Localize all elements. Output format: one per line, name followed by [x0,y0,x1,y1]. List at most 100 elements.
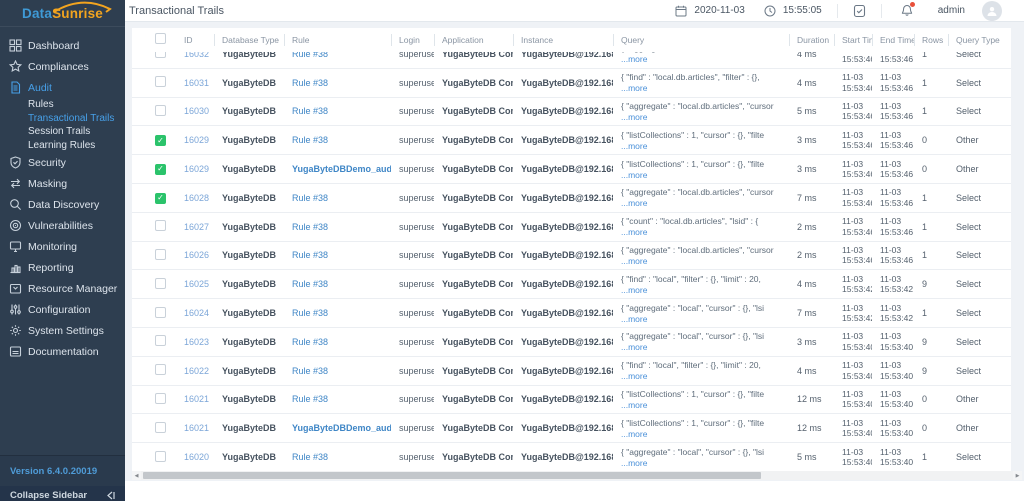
row-rule-link[interactable]: YugaByteDBDemo_audit sensitive [292,164,391,174]
sidebar-item-configuration[interactable]: Configuration [0,299,125,320]
row-rule-link[interactable]: Rule #38 [292,308,328,318]
row-checkbox[interactable] [155,450,166,462]
row-more-link[interactable]: ...more [621,400,789,410]
row-more-link[interactable]: ...more [621,371,789,381]
row-more-link[interactable]: ...more [621,458,789,468]
row-checkbox[interactable] [155,335,166,347]
row-more-link[interactable]: ...more [621,83,789,93]
sidebar-item-security[interactable]: Security [0,152,125,173]
row-checkbox[interactable] [155,104,166,116]
sidebar-item-masking[interactable]: Masking [0,173,125,194]
row-rule-link[interactable]: Rule #38 [292,52,328,59]
sidebar-item-session-trails[interactable]: Session Trails [0,125,125,139]
sidebar-item-reporting[interactable]: Reporting [0,257,125,278]
row-id-link[interactable]: 16024 [184,308,209,318]
sidebar-item-monitoring[interactable]: Monitoring [0,236,125,257]
col-header-query[interactable]: Query [613,33,789,47]
row-rule-link[interactable]: Rule #38 [292,337,328,347]
row-rule-link[interactable]: YugaByteDBDemo_audit sensitive [292,423,391,433]
row-more-link[interactable]: ...more [621,256,789,266]
row-id-link[interactable]: 16022 [184,366,209,376]
row-more-link[interactable]: ...more [621,285,789,295]
logo[interactable]: Data Sunrise [0,0,125,27]
sidebar-item-vulnerabilities[interactable]: Vulnerabilities [0,215,125,236]
sidebar-item-documentation[interactable]: Documentation [0,341,125,362]
row-more-link[interactable]: ...more [621,141,789,151]
col-header-rows[interactable]: Rows [914,33,948,47]
clipboard-check-icon[interactable] [853,4,866,18]
row-checkbox[interactable]: ✓ [155,192,166,204]
row-id-link[interactable]: 16023 [184,337,209,347]
notifications-button[interactable] [901,2,915,17]
row-checkbox[interactable] [155,220,166,232]
sidebar-item-system-settings[interactable]: System Settings [0,320,125,341]
sidebar-item-resource-manager[interactable]: Resource Manager [0,278,125,299]
col-header-application[interactable]: Application [434,33,513,47]
user-name[interactable]: admin [938,5,965,16]
col-header-login[interactable]: Login [391,33,434,47]
scroll-right-arrow-icon[interactable]: ▶ [1013,473,1022,479]
row-id-link[interactable]: 16020 [184,452,209,462]
row-rule-link[interactable]: Rule #38 [292,250,328,260]
row-rule-link[interactable]: Rule #38 [292,452,328,462]
row-rule-link[interactable]: Rule #38 [292,106,328,116]
row-id-link[interactable]: 16030 [184,106,209,116]
sidebar-item-dashboard[interactable]: Dashboard [0,35,125,56]
row-checkbox[interactable] [155,392,166,404]
col-header-database-type[interactable]: Database Type [214,33,284,47]
row-checkbox[interactable] [155,421,166,433]
row-checkbox[interactable] [155,52,166,59]
row-checkbox[interactable] [155,248,166,260]
row-rule-link[interactable]: Rule #38 [292,366,328,376]
row-id-link[interactable]: 16032 [184,52,209,59]
row-rule-link[interactable]: Rule #38 [292,394,328,404]
row-more-link[interactable]: ...more [621,54,789,64]
row-checkbox[interactable]: ✓ [155,163,166,175]
col-header-end-time[interactable]: End Time [872,33,914,47]
row-id-link[interactable]: 16027 [184,222,209,232]
sidebar-item-learning-rules[interactable]: Learning Rules [0,139,125,153]
row-checkbox[interactable] [155,306,166,318]
row-rule-link[interactable]: Rule #38 [292,135,328,145]
sidebar-item-compliances[interactable]: Compliances [0,56,125,77]
row-id-link[interactable]: 16021 [184,423,209,433]
row-checkbox[interactable]: ✓ [155,135,166,147]
row-more-link[interactable]: ...more [621,314,789,324]
col-header-instance[interactable]: Instance [513,33,613,47]
row-id-link[interactable]: 16026 [184,250,209,260]
col-header-start-time[interactable]: Start Time [834,33,872,47]
row-checkbox[interactable] [155,364,166,376]
row-more-link[interactable]: ...more [621,227,789,237]
scrollbar-track[interactable] [141,471,1013,480]
sidebar-item-data-discovery[interactable]: Data Discovery [0,194,125,215]
scroll-left-arrow-icon[interactable]: ◀ [132,473,141,479]
row-rule-link[interactable]: Rule #38 [292,222,328,232]
row-more-link[interactable]: ...more [621,170,789,180]
horizontal-scrollbar[interactable]: ◀ ▶ [132,471,1022,480]
calendar-icon[interactable] [675,5,687,17]
row-more-link[interactable]: ...more [621,342,789,352]
scrollbar-thumb[interactable] [143,472,761,479]
col-header-query-type[interactable]: Query Type [948,33,1006,47]
col-header-duration[interactable]: Duration [789,33,834,47]
sidebar-item-audit[interactable]: Audit [0,77,125,98]
select-all-checkbox[interactable] [155,33,166,44]
collapse-sidebar-button[interactable]: Collapse Sidebar [0,486,125,501]
row-id-link[interactable]: 16021 [184,394,209,404]
row-rule-link[interactable]: Rule #38 [292,193,328,203]
row-checkbox[interactable] [155,277,166,289]
row-more-link[interactable]: ...more [621,198,789,208]
col-header-id[interactable]: ID [176,33,214,47]
row-more-link[interactable]: ...more [621,112,789,122]
row-rule-link[interactable]: Rule #38 [292,78,328,88]
row-checkbox[interactable] [155,76,166,88]
row-id-link[interactable]: 16025 [184,279,209,289]
row-id-link[interactable]: 16029 [184,164,209,174]
sidebar-item-rules[interactable]: Rules [0,98,125,112]
row-id-link[interactable]: 16031 [184,78,209,88]
row-id-link[interactable]: 16028 [184,193,209,203]
row-more-link[interactable]: ...more [621,429,789,439]
row-id-link[interactable]: 16029 [184,135,209,145]
row-rule-link[interactable]: Rule #38 [292,279,328,289]
avatar[interactable] [982,0,1002,21]
